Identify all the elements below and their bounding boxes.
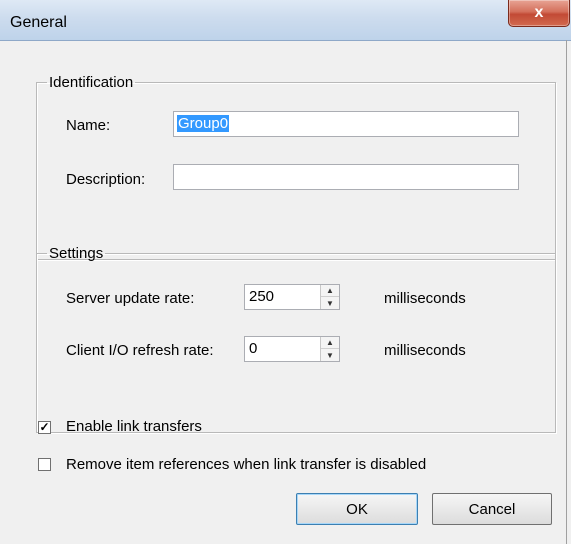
window-title: General xyxy=(10,14,67,31)
client-refresh-rate-unit: milliseconds xyxy=(384,342,466,359)
identification-legend: Identification xyxy=(49,74,134,91)
server-update-rate-arrows: ▲ ▼ xyxy=(320,285,339,309)
ok-button[interactable]: OK xyxy=(296,493,418,525)
dialog-body: Identification Name: Group0 Description:… xyxy=(0,40,567,544)
name-label: Name: xyxy=(66,117,111,134)
description-label: Description: xyxy=(66,171,146,188)
close-icon: x xyxy=(534,4,544,21)
spin-up-icon[interactable]: ▲ xyxy=(321,337,339,349)
remove-item-references-label[interactable]: Remove item references when link transfe… xyxy=(66,456,426,473)
name-input[interactable]: Group0 xyxy=(173,111,519,137)
client-refresh-rate-arrows: ▲ ▼ xyxy=(320,337,339,361)
checkmark-icon: ✓ xyxy=(39,420,50,434)
server-update-rate-label: Server update rate: xyxy=(66,290,195,307)
enable-link-transfers-label[interactable]: Enable link transfers xyxy=(66,418,202,435)
spin-up-icon[interactable]: ▲ xyxy=(321,285,339,297)
client-refresh-rate-label: Client I/O refresh rate: xyxy=(66,342,214,359)
client-refresh-rate-spinner[interactable]: 0 ▲ ▼ xyxy=(244,336,340,362)
client-refresh-rate-value: 0 xyxy=(249,340,258,357)
spin-down-icon[interactable]: ▼ xyxy=(321,349,339,361)
server-update-rate-unit: milliseconds xyxy=(384,290,466,307)
remove-item-references-checkbox[interactable] xyxy=(38,458,51,471)
cancel-button[interactable]: Cancel xyxy=(432,493,552,525)
spin-down-icon[interactable]: ▼ xyxy=(321,297,339,309)
title-bar: General x xyxy=(0,0,571,41)
name-input-value: Group0 xyxy=(177,115,230,132)
server-update-rate-spinner[interactable]: 250 ▲ ▼ xyxy=(244,284,340,310)
enable-link-transfers-checkbox[interactable]: ✓ xyxy=(38,421,51,434)
close-button[interactable]: x xyxy=(508,0,570,27)
settings-legend: Settings xyxy=(49,245,104,262)
description-input[interactable] xyxy=(173,164,519,190)
server-update-rate-value: 250 xyxy=(249,288,275,305)
